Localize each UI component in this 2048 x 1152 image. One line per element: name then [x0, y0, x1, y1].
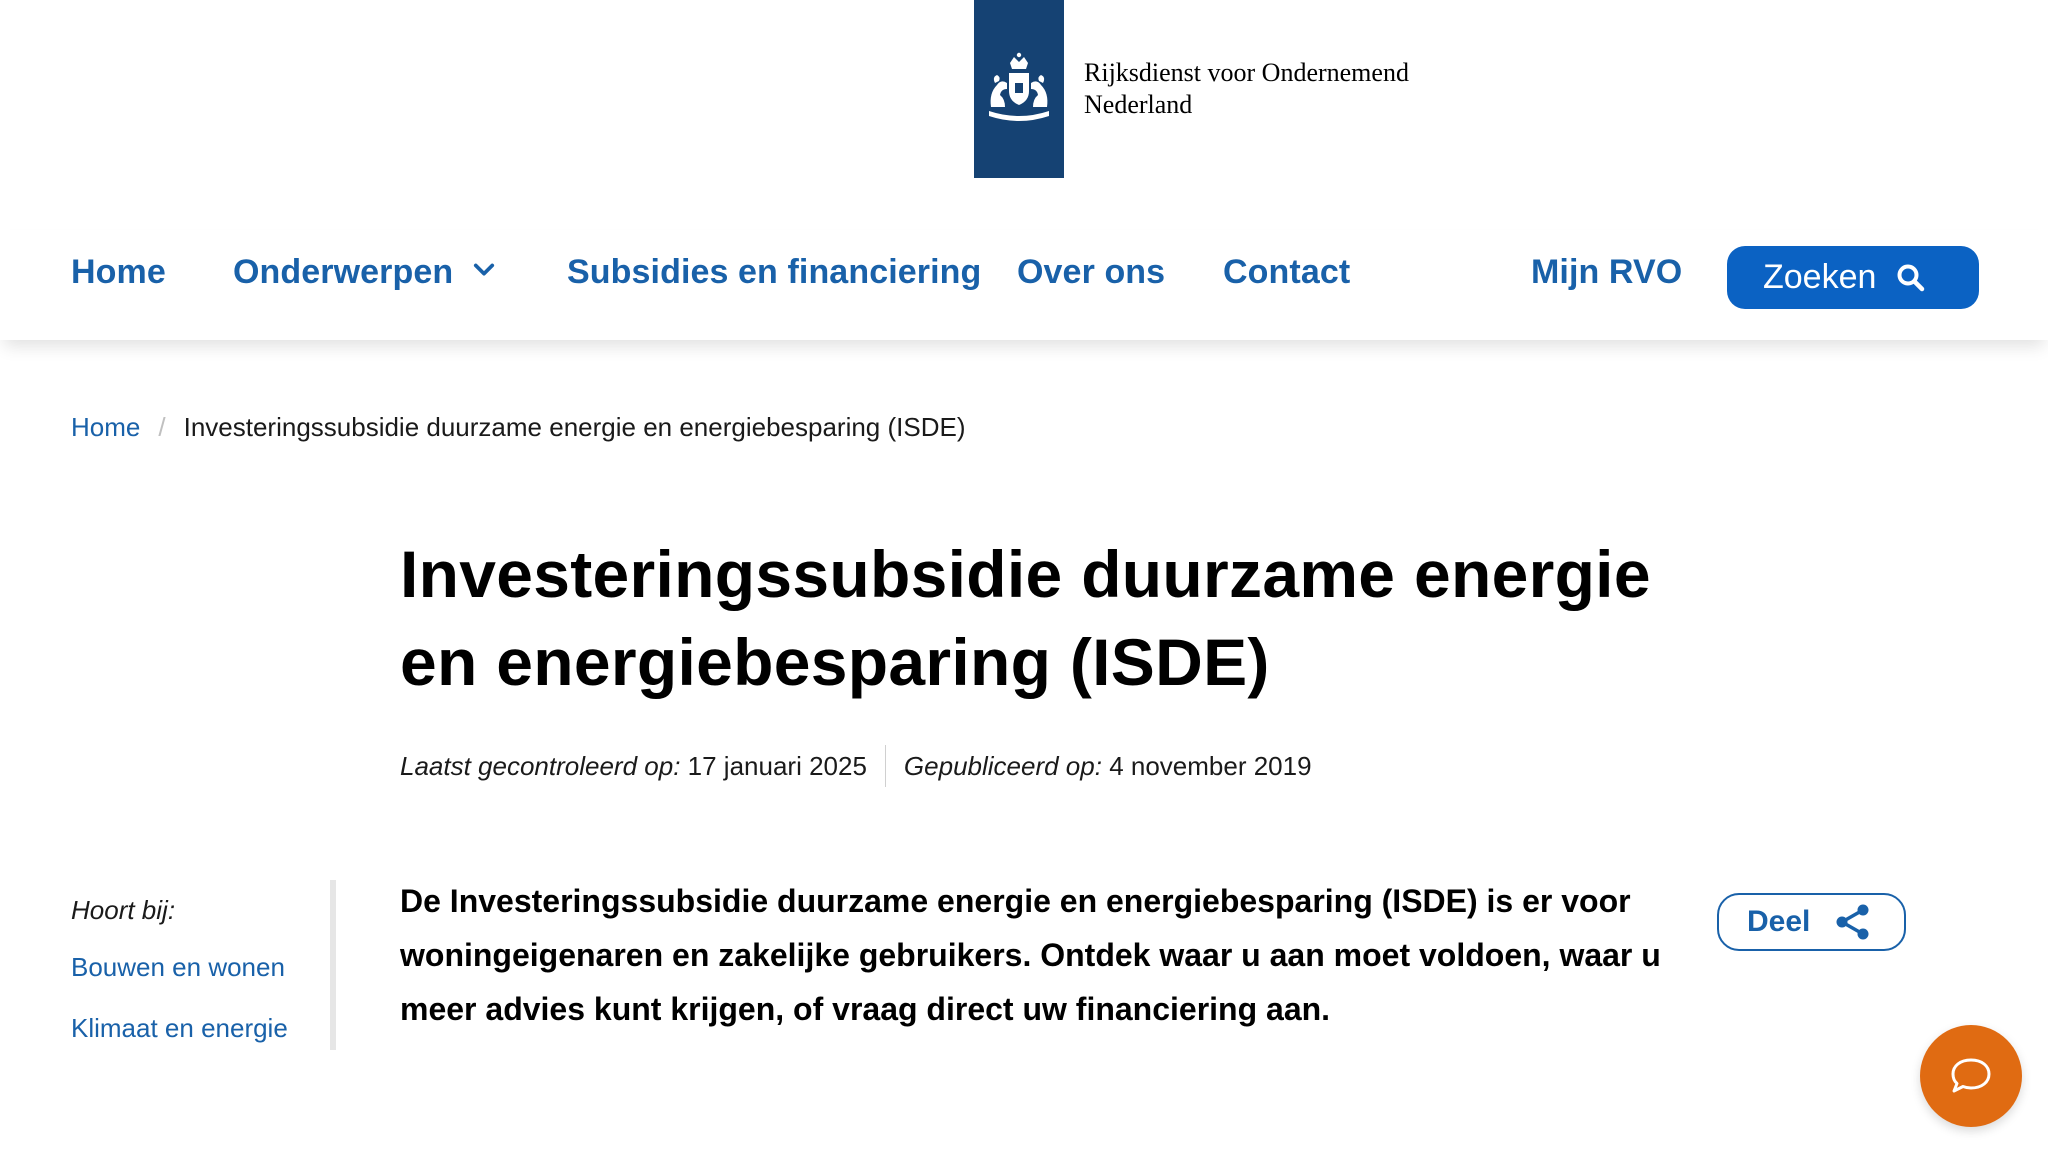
share-button-label: Deel	[1747, 905, 1811, 938]
search-button[interactable]: Zoeken	[1727, 246, 1979, 309]
site-logo[interactable]: Rijksdienst voor Ondernemend Nederland	[974, 0, 1409, 178]
page-title: Investeringssubsidie duurzame energie en…	[400, 537, 1651, 699]
related-topics: Hoort bij: Bouwen en wonen Klimaat en en…	[71, 895, 288, 1044]
coat-of-arms-icon	[989, 52, 1049, 121]
related-topics-label: Hoort bij:	[71, 895, 176, 925]
nav-item-mijn-rvo[interactable]: Mijn RVO	[1531, 253, 1682, 292]
logo-wordmark: Rijksdienst voor Ondernemend Nederland	[1084, 57, 1409, 121]
breadcrumb-current: Investeringssubsidie duurzame energie en…	[183, 412, 966, 442]
related-link-bouwen-en-wonen[interactable]: Bouwen en wonen	[71, 952, 288, 983]
meta-divider	[884, 745, 886, 787]
search-button-label: Zoeken	[1763, 258, 1877, 296]
breadcrumb: Home / Investeringssubsidie duurzame energ…	[71, 412, 966, 443]
chat-bubble-icon	[1951, 1058, 1991, 1093]
main-navigation: Home Onderwerpen Subsidies en financieri…	[0, 230, 2048, 340]
chat-button[interactable]	[1920, 1025, 2022, 1127]
share-icon	[1836, 904, 1869, 940]
chevron-down-icon	[474, 263, 495, 276]
nav-item-home[interactable]: Home	[71, 253, 166, 292]
logo-line-2: Nederland	[1084, 90, 1193, 119]
nav-item-contact[interactable]: Contact	[1223, 253, 1350, 292]
page-meta: Laatst gecontroleerd op: 17 januari 2025…	[400, 745, 1312, 787]
related-link-klimaat-en-energie[interactable]: Klimaat en energie	[71, 1013, 288, 1044]
checked-date: 17 januari 2025	[687, 750, 867, 781]
nav-item-onderwerpen-label: Onderwerpen	[233, 253, 454, 291]
nav-item-subsidies[interactable]: Subsidies en financiering	[567, 253, 981, 292]
logo-bar	[974, 0, 1064, 178]
breadcrumb-separator: /	[158, 412, 166, 442]
intro-text: De Investeringssubsidie duurzame energie…	[400, 883, 1661, 1027]
published-label: Gepubliceerd op:	[903, 750, 1102, 781]
search-icon	[1897, 264, 1925, 291]
logo-line-1: Rijksdienst voor Ondernemend	[1084, 58, 1409, 87]
share-button[interactable]: Deel	[1717, 893, 1906, 951]
side-divider	[330, 880, 336, 1050]
published-date: 4 november 2019	[1109, 750, 1312, 781]
nav-item-onderwerpen[interactable]: Onderwerpen	[233, 253, 495, 292]
checked-label: Laatst gecontroleerd op:	[400, 750, 681, 781]
nav-item-over-ons[interactable]: Over ons	[1017, 253, 1165, 292]
breadcrumb-home[interactable]: Home	[71, 412, 140, 442]
